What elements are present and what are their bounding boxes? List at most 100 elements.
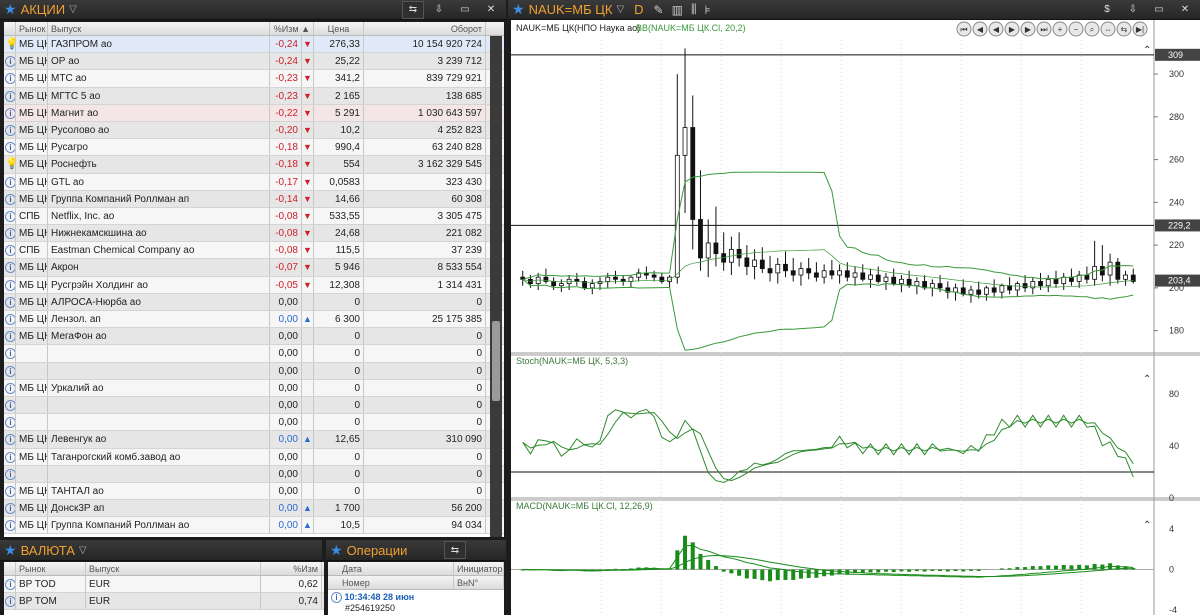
- operation-row[interactable]: i 10:34:48 28 июн #254619250: [328, 590, 504, 615]
- row-icon[interactable]: i: [4, 242, 16, 259]
- table-row[interactable]: i СПБ Netflix, Inc. ао -0,08 ▼ 533,55 3 305 47…: [4, 207, 504, 226]
- table-row[interactable]: 💡МБ ЦКГАЗПРОМ ао-0,24▼276,3310 154 920 7…: [4, 36, 504, 54]
- candle[interactable]: [1022, 283, 1028, 289]
- candle[interactable]: [1099, 266, 1105, 276]
- table-row[interactable]: i МБ ЦК АЛРОСА-Нюрба ао 0,00 0 0: [4, 293, 504, 311]
- row-icon[interactable]: i: [4, 362, 16, 379]
- collapse-pane-icon[interactable]: ⌃: [1143, 520, 1151, 531]
- row-icon[interactable]: 💡: [4, 36, 16, 53]
- favorite-star-icon[interactable]: ★: [512, 1, 525, 18]
- col-turnover[interactable]: Оборот: [364, 22, 486, 35]
- info-icon[interactable]: i: [5, 382, 15, 394]
- candle[interactable]: [1123, 274, 1128, 280]
- col-market[interactable]: Рынок: [16, 562, 86, 575]
- row-icon[interactable]: i: [4, 328, 16, 345]
- candle[interactable]: [852, 272, 858, 278]
- candle[interactable]: [1007, 285, 1013, 291]
- candle[interactable]: [1038, 281, 1043, 287]
- candle[interactable]: [1053, 278, 1059, 284]
- candle[interactable]: [929, 283, 935, 289]
- row-icon[interactable]: i: [4, 190, 16, 207]
- candle[interactable]: [829, 270, 835, 276]
- candle[interactable]: [775, 263, 781, 274]
- candle[interactable]: [558, 283, 564, 287]
- candle[interactable]: [1014, 283, 1020, 291]
- col-initiator[interactable]: Инициатор: [454, 562, 504, 575]
- col-market[interactable]: Рынок: [16, 22, 48, 35]
- candle[interactable]: [713, 242, 719, 255]
- info-icon[interactable]: i: [5, 73, 15, 85]
- candle[interactable]: [968, 289, 974, 295]
- row-icon[interactable]: i: [4, 345, 16, 362]
- candle[interactable]: [798, 268, 804, 276]
- info-icon[interactable]: i: [5, 245, 15, 257]
- info-icon[interactable]: i: [5, 228, 15, 240]
- candle[interactable]: [806, 268, 812, 274]
- row-icon[interactable]: i: [4, 121, 16, 139]
- price-chart[interactable]: NAUK=МБ ЦК(НПО Наука ао)BB(NAUK=МБ ЦК.Cl…: [511, 20, 1200, 615]
- info-icon[interactable]: i: [5, 399, 15, 411]
- info-icon[interactable]: i: [5, 365, 15, 377]
- row-icon[interactable]: i: [4, 414, 16, 431]
- table-row[interactable]: i 0,00 0 0: [4, 362, 504, 380]
- col-change[interactable]: %Изм ▲: [270, 22, 314, 35]
- candle[interactable]: [1115, 261, 1121, 280]
- candle[interactable]: [613, 276, 618, 280]
- table-row[interactable]: i МБ ЦК Русагро -0,18 ▼ 990,4 63 240 828: [4, 139, 504, 157]
- info-icon[interactable]: i: [5, 176, 15, 188]
- candle[interactable]: [605, 276, 611, 282]
- candle[interactable]: [976, 289, 982, 295]
- candle[interactable]: [891, 276, 897, 284]
- bars-icon[interactable]: ⫼: [691, 2, 697, 17]
- info-icon[interactable]: i: [5, 279, 15, 291]
- candle[interactable]: [659, 276, 665, 282]
- favorite-star-icon[interactable]: ★: [4, 542, 17, 559]
- chart-symbol[interactable]: NAUK=МБ ЦК: [529, 2, 613, 17]
- table-row[interactable]: i МБ ЦК МегаФон ао 0,00 0 0: [4, 328, 504, 346]
- candle[interactable]: [767, 268, 773, 274]
- info-icon[interactable]: i: [5, 331, 15, 343]
- stocks-scrollbar[interactable]: [490, 36, 502, 537]
- close-icon[interactable]: ✕: [1174, 1, 1196, 19]
- table-row[interactable]: i МБ ЦК Нижнекамскшина ао -0,08 ▼ 24,68 221 08…: [4, 225, 504, 243]
- candle[interactable]: [906, 278, 912, 287]
- candle[interactable]: [744, 257, 750, 267]
- info-icon[interactable]: i: [5, 296, 15, 308]
- table-row[interactable]: i МБ ЦК Левенгук ао 0,00 ▲ 12,65 310 090: [4, 431, 504, 449]
- col-ext-number[interactable]: ВнN°: [454, 576, 504, 589]
- row-icon[interactable]: i: [4, 500, 16, 517]
- table-row[interactable]: i МБ ЦК Акрон -0,07 ▼ 5 946 8 533 554: [4, 259, 504, 277]
- info-icon[interactable]: i: [5, 210, 15, 222]
- candle[interactable]: [814, 272, 819, 278]
- row-icon[interactable]: i: [4, 482, 16, 500]
- expand-icon[interactable]: ⇆: [402, 0, 424, 19]
- table-row[interactable]: i МБ ЦК Донск3Р ап 0,00 ▲ 1 700 56 200: [4, 500, 504, 518]
- table-row[interactable]: i BP TOD EUR 0,62: [4, 576, 324, 594]
- lightbulb-icon[interactable]: 💡: [5, 38, 15, 50]
- col-number[interactable]: Номер: [328, 576, 454, 589]
- chevron-down-icon[interactable]: ▽: [79, 545, 87, 556]
- row-icon[interactable]: 💡: [4, 156, 16, 173]
- candle[interactable]: [551, 281, 557, 287]
- table-row[interactable]: 💡МБ ЦКРоснефть-0,18▼5543 162 329 545: [4, 156, 504, 174]
- candle[interactable]: [628, 276, 634, 282]
- candle[interactable]: [1084, 274, 1090, 280]
- collapse-pane-icon[interactable]: ⌃: [1143, 374, 1151, 385]
- favorite-star-icon[interactable]: ★: [330, 542, 343, 559]
- table-row[interactable]: i МБ ЦК Магнит ао -0,22 ▼ 5 291 1 030 643 597: [4, 104, 504, 122]
- candle[interactable]: [914, 281, 920, 287]
- candle[interactable]: [991, 287, 997, 293]
- candle[interactable]: [690, 127, 696, 220]
- table-row[interactable]: i BP TOM EUR 0,74: [4, 593, 324, 611]
- row-icon[interactable]: i: [4, 87, 16, 104]
- table-row[interactable]: i 0,00 0 0: [4, 396, 504, 415]
- table-row[interactable]: i МБ ЦК ОР ао -0,24 ▼ 25,22 3 239 712: [4, 53, 504, 71]
- row-icon[interactable]: i: [4, 70, 16, 87]
- restore-icon[interactable]: ▭: [1148, 1, 1170, 19]
- info-icon[interactable]: i: [5, 90, 15, 102]
- row-icon[interactable]: i: [4, 593, 16, 610]
- table-row[interactable]: i МБ ЦК Таганрогский комб.завод ао 0,00 0 0: [4, 448, 504, 466]
- info-icon[interactable]: i: [5, 107, 15, 119]
- info-icon[interactable]: i: [5, 468, 15, 480]
- candle[interactable]: [698, 219, 703, 259]
